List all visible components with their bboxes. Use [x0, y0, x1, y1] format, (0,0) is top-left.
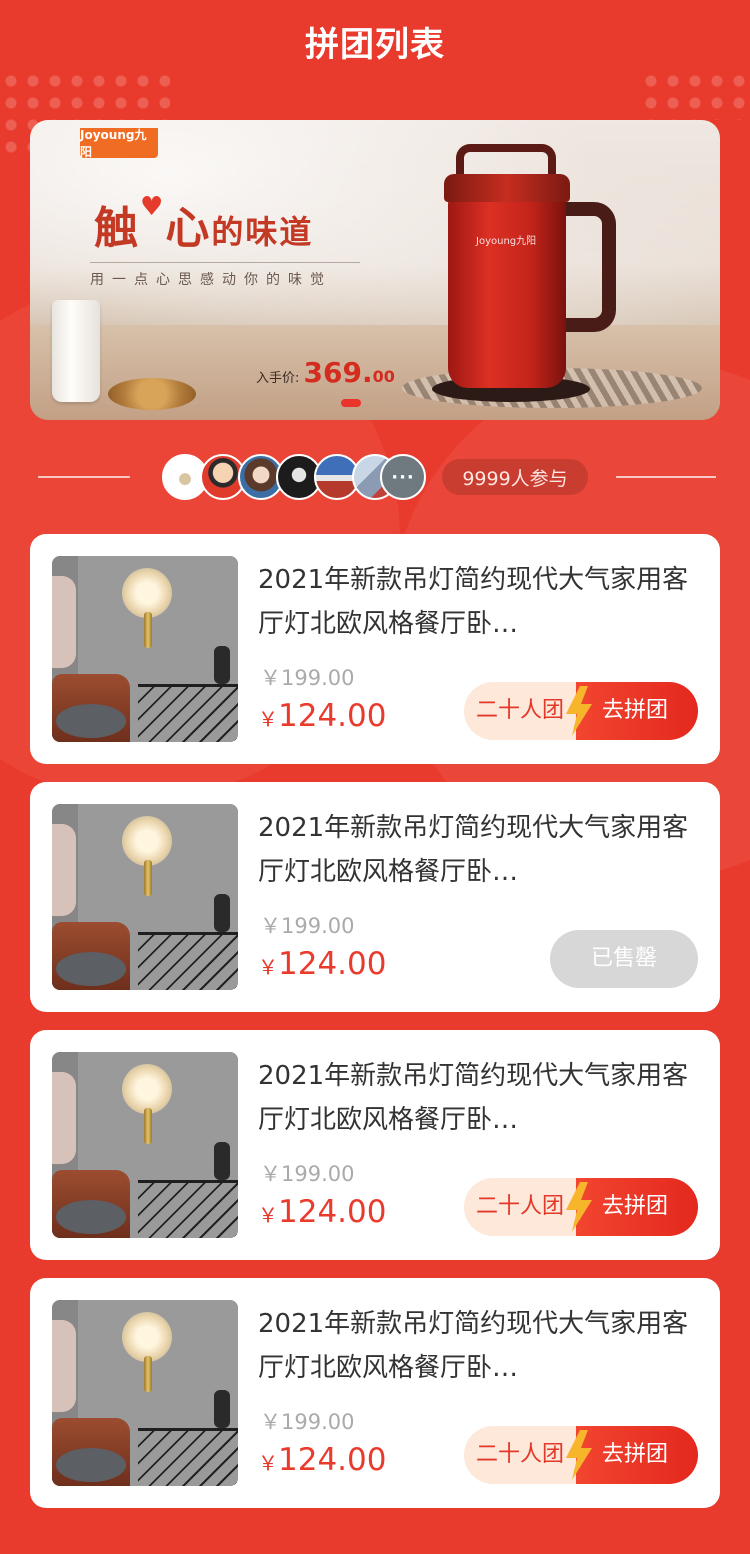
milk-glass-image — [52, 300, 100, 402]
lamp-bulb — [122, 1312, 172, 1362]
lamp-bulb — [122, 568, 172, 618]
side-table — [138, 1180, 238, 1238]
product-card[interactable]: 2021年新款吊灯简约现代大气家用客厅灯北欧风格餐厅卧… ￥199.00 ￥12… — [30, 534, 720, 764]
product-title[interactable]: 2021年新款吊灯简约现代大气家用客厅灯北欧风格餐厅卧… — [258, 1054, 698, 1142]
price-label: 入手价: — [256, 371, 300, 386]
lamp-bulb — [122, 1064, 172, 1114]
kettle-body — [448, 192, 566, 388]
divider-left — [38, 476, 130, 478]
soybean-spoon-image — [108, 378, 196, 410]
currency-symbol: ￥ — [258, 1451, 278, 1475]
heart-icon: ♥ — [140, 192, 166, 222]
product-image[interactable] — [52, 1052, 238, 1238]
banner-price: 入手价: 369.00 — [256, 356, 395, 389]
group-price: ￥124.00 — [258, 946, 386, 982]
group-price: ￥124.00 — [258, 698, 386, 734]
product-image[interactable] — [52, 556, 238, 742]
kettle-side-handle — [560, 202, 616, 332]
lightning-icon — [566, 1182, 592, 1232]
original-price: ￥199.00 — [260, 1410, 355, 1434]
slogan-part: 触 — [94, 203, 140, 254]
product-title[interactable]: 2021年新款吊灯简约现代大气家用客厅灯北欧风格餐厅卧… — [258, 806, 698, 894]
vase — [214, 1142, 230, 1180]
original-price: ￥199.00 — [260, 1162, 355, 1186]
price-integer: 369. — [303, 356, 373, 389]
product-card[interactable]: 2021年新款吊灯简约现代大气家用客厅灯北欧风格餐厅卧… ￥199.00 ￥12… — [30, 1030, 720, 1260]
kettle-lid — [444, 174, 570, 202]
soymilk-maker-image: Joyoung九阳 — [432, 144, 628, 402]
vase — [214, 646, 230, 684]
product-title[interactable]: 2021年新款吊灯简约现代大气家用客厅灯北欧风格餐厅卧… — [258, 1302, 698, 1390]
carousel-indicator[interactable] — [341, 399, 361, 407]
side-table — [138, 684, 238, 742]
join-group-label: 去拼团 — [576, 682, 698, 740]
price-value: 124.00 — [278, 1442, 387, 1478]
divider-right — [616, 476, 716, 478]
product-card[interactable]: 2021年新款吊灯简约现代大气家用客厅灯北欧风格餐厅卧… ￥199.00 ￥12… — [30, 1278, 720, 1508]
original-price: ￥199.00 — [260, 666, 355, 690]
product-title[interactable]: 2021年新款吊灯简约现代大气家用客厅灯北欧风格餐厅卧… — [258, 558, 698, 646]
lamp-bulb — [122, 816, 172, 866]
product-card[interactable]: 2021年新款吊灯简约现代大气家用客厅灯北欧风格餐厅卧… ￥199.00 ￥12… — [30, 782, 720, 1012]
page-header: 拼团列表 — [0, 0, 750, 90]
currency-symbol: ￥ — [258, 1203, 278, 1227]
price-value: 124.00 — [278, 946, 387, 982]
sold-out-button[interactable]: 已售罄 — [550, 930, 698, 988]
join-group-button[interactable]: 二十人团 去拼团 — [464, 682, 698, 740]
product-image[interactable] — [52, 1300, 238, 1486]
product-image[interactable] — [52, 804, 238, 990]
vase — [214, 894, 230, 932]
currency-symbol: ￥ — [258, 707, 278, 731]
group-price: ￥124.00 — [258, 1194, 386, 1230]
lamp-rod — [144, 860, 152, 896]
slogan-part: 心 — [165, 203, 212, 254]
price-value: 124.00 — [278, 1194, 387, 1230]
page-title: 拼团列表 — [305, 25, 445, 65]
more-avatars-icon[interactable]: ··· — [380, 454, 426, 500]
promo-banner[interactable]: Joyoung九阳 触♥心的味道 用一点心思感动你的味觉 Joyoung九阳 入… — [30, 120, 720, 420]
participant-avatars: ··· — [162, 454, 432, 500]
price-decimal: 00 — [372, 367, 395, 386]
lamp-rod — [144, 1108, 152, 1144]
original-price: ￥199.00 — [260, 914, 355, 938]
participant-count: 9999人参与 — [442, 459, 588, 495]
lightning-icon — [566, 1430, 592, 1480]
banner-subtitle: 用一点心思感动你的味觉 — [90, 262, 360, 289]
brand-logo: Joyoung九阳 — [80, 128, 158, 159]
vase — [214, 1390, 230, 1428]
lightning-icon — [566, 686, 592, 736]
price-value: 124.00 — [278, 698, 387, 734]
join-group-button[interactable]: 二十人团 去拼团 — [464, 1178, 698, 1236]
kettle-logo: Joyoung九阳 — [476, 236, 537, 247]
banner-slogan: 触♥心的味道 — [94, 192, 313, 256]
side-table — [138, 932, 238, 990]
group-price: ￥124.00 — [258, 1442, 386, 1478]
currency-symbol: ￥ — [258, 955, 278, 979]
lamp-rod — [144, 612, 152, 648]
join-group-label: 去拼团 — [576, 1178, 698, 1236]
side-table — [138, 1428, 238, 1486]
slogan-part: 的味道 — [211, 213, 314, 251]
join-group-button[interactable]: 二十人团 去拼团 — [464, 1426, 698, 1484]
lamp-rod — [144, 1356, 152, 1392]
join-group-label: 去拼团 — [576, 1426, 698, 1484]
